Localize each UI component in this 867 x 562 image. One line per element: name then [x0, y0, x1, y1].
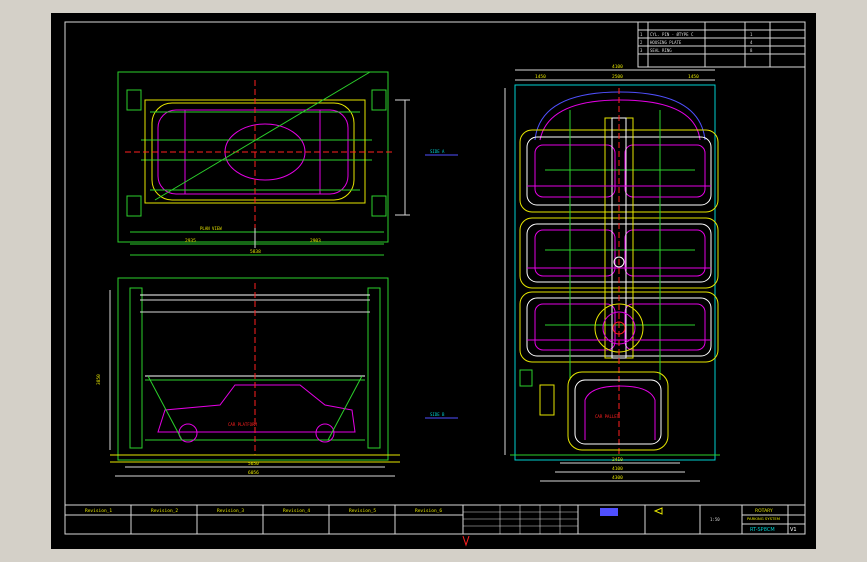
drawing-paper — [51, 13, 816, 549]
table-cell: SEAL RING — [650, 48, 672, 53]
plan-dim-right: 2903 — [310, 238, 321, 244]
revision-cell-5: Revision_5 — [349, 508, 376, 514]
view-tag-a: SIDE A — [430, 149, 445, 154]
title-product: ROTARY — [755, 508, 773, 514]
rotary-bottom-total: 4300 — [612, 475, 623, 481]
front-height-dim: 3850 — [96, 374, 102, 385]
plan-dim-left: 2935 — [185, 238, 196, 244]
company-logo — [600, 508, 618, 516]
title-sheet: V1 — [790, 527, 797, 533]
rotary-bottom-mid: 2410 — [612, 457, 623, 463]
rotary-top-width: 4100 — [612, 64, 623, 70]
rotary-bottom-width: 4100 — [612, 466, 623, 472]
revision-cell-6: Revision_6 — [415, 508, 442, 514]
table-cell: HOUSING PLATE — [650, 40, 682, 45]
plan-dim-total: 5838 — [250, 249, 261, 255]
front-dim-total: 6056 — [248, 470, 259, 476]
title-code: RT-SP8CM — [750, 527, 775, 533]
title-product-sub: PARKING SYSTEM — [747, 516, 780, 521]
svg-text:CAR PLATFORM: CAR PLATFORM — [228, 422, 257, 427]
revision-cell-2: Revision_2 — [151, 508, 178, 514]
revision-cell-4: Revision_4 — [283, 508, 310, 514]
revision-cell-3: Revision_3 — [217, 508, 244, 514]
svg-text:CAR PALLET: CAR PALLET — [595, 414, 620, 419]
rotary-top-mid: 2500 — [612, 74, 623, 80]
cad-drawing-viewport[interactable]: PLAN VIEW 2935 2903 5838 SIDE A CAR PLAT… — [0, 0, 867, 562]
rotary-top-right: 1450 — [688, 74, 699, 80]
plan-view-label: PLAN VIEW — [200, 226, 222, 231]
title-scale: 1:50 — [710, 517, 720, 522]
rotary-top-left: 1450 — [535, 74, 546, 80]
table-cell: CYL. PIN - ØTYPE C — [650, 32, 694, 37]
front-dim-inner: 5650 — [248, 461, 259, 467]
revision-cell-1: Revision_1 — [85, 508, 112, 514]
view-tag-b: SIDE B — [430, 412, 445, 417]
